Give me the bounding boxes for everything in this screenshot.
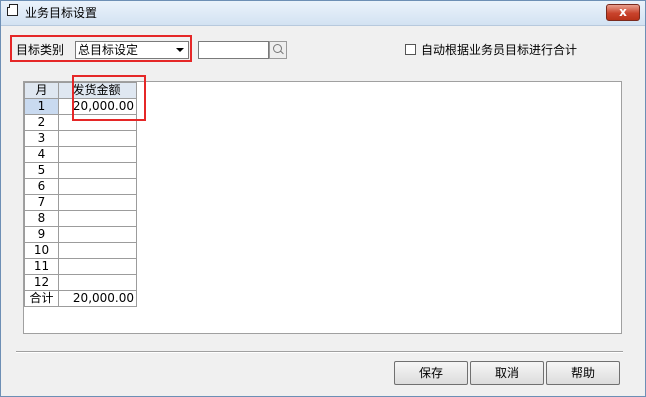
- amount-cell[interactable]: [58, 130, 137, 147]
- table-row[interactable]: 12: [24, 274, 137, 291]
- table-row[interactable]: 5: [24, 162, 137, 179]
- month-cell: 7: [24, 194, 59, 211]
- month-cell: 4: [24, 146, 59, 163]
- month-cell: 8: [24, 210, 59, 227]
- month-cell: 5: [24, 162, 59, 179]
- window-icon: [7, 4, 18, 16]
- amount-cell[interactable]: [58, 274, 137, 291]
- amount-cell[interactable]: [58, 258, 137, 275]
- search-icon[interactable]: [269, 41, 287, 59]
- amount-cell[interactable]: [58, 146, 137, 163]
- chevron-down-icon[interactable]: [172, 42, 188, 58]
- month-cell: 1: [24, 98, 59, 115]
- month-cell: 2: [24, 114, 59, 131]
- table-row[interactable]: 4: [24, 146, 137, 163]
- amount-cell[interactable]: [58, 226, 137, 243]
- help-button[interactable]: 帮助: [546, 361, 620, 385]
- month-column-header: 月: [24, 82, 59, 99]
- cancel-button[interactable]: 取消: [470, 361, 544, 385]
- month-cell: 9: [24, 226, 59, 243]
- category-dropdown[interactable]: 总目标设定: [75, 41, 189, 59]
- search-input[interactable]: [198, 41, 269, 59]
- month-cell: 10: [24, 242, 59, 259]
- close-icon: x: [619, 5, 627, 19]
- category-label: 目标类别: [16, 43, 65, 57]
- total-value: 20,000.00: [58, 290, 137, 307]
- month-cell: 3: [24, 130, 59, 147]
- amount-cell[interactable]: [58, 242, 137, 259]
- auto-sum-label: 自动根据业务员目标进行合计: [421, 43, 578, 57]
- total-row: 合计 20,000.00: [24, 290, 137, 307]
- table-row[interactable]: 11: [24, 258, 137, 275]
- divider: [16, 351, 623, 353]
- month-cell: 6: [24, 178, 59, 195]
- table-row[interactable]: 9: [24, 226, 137, 243]
- auto-sum-checkbox[interactable]: [405, 44, 416, 55]
- table-row[interactable]: 10: [24, 242, 137, 259]
- dialog-window: 业务目标设置 x 目标类别 总目标设定 自动根据业务员目标进行合计 月 发货金额…: [0, 0, 646, 397]
- table-row[interactable]: 3: [24, 130, 137, 147]
- amount-cell[interactable]: [58, 162, 137, 179]
- title-bar: 业务目标设置 x: [1, 1, 645, 26]
- category-value: 总目标设定: [78, 43, 139, 57]
- total-label: 合计: [24, 290, 59, 307]
- month-cell: 11: [24, 258, 59, 275]
- table-row[interactable]: 8: [24, 210, 137, 227]
- amount-cell[interactable]: [58, 194, 137, 211]
- amount-highlight-box: [72, 75, 146, 121]
- amount-cell[interactable]: [58, 178, 137, 195]
- table-row[interactable]: 7: [24, 194, 137, 211]
- amount-cell[interactable]: [58, 210, 137, 227]
- close-button[interactable]: x: [606, 4, 640, 21]
- window-title: 业务目标设置: [25, 6, 98, 20]
- save-button[interactable]: 保存: [394, 361, 468, 385]
- month-cell: 12: [24, 274, 59, 291]
- table-row[interactable]: 6: [24, 178, 137, 195]
